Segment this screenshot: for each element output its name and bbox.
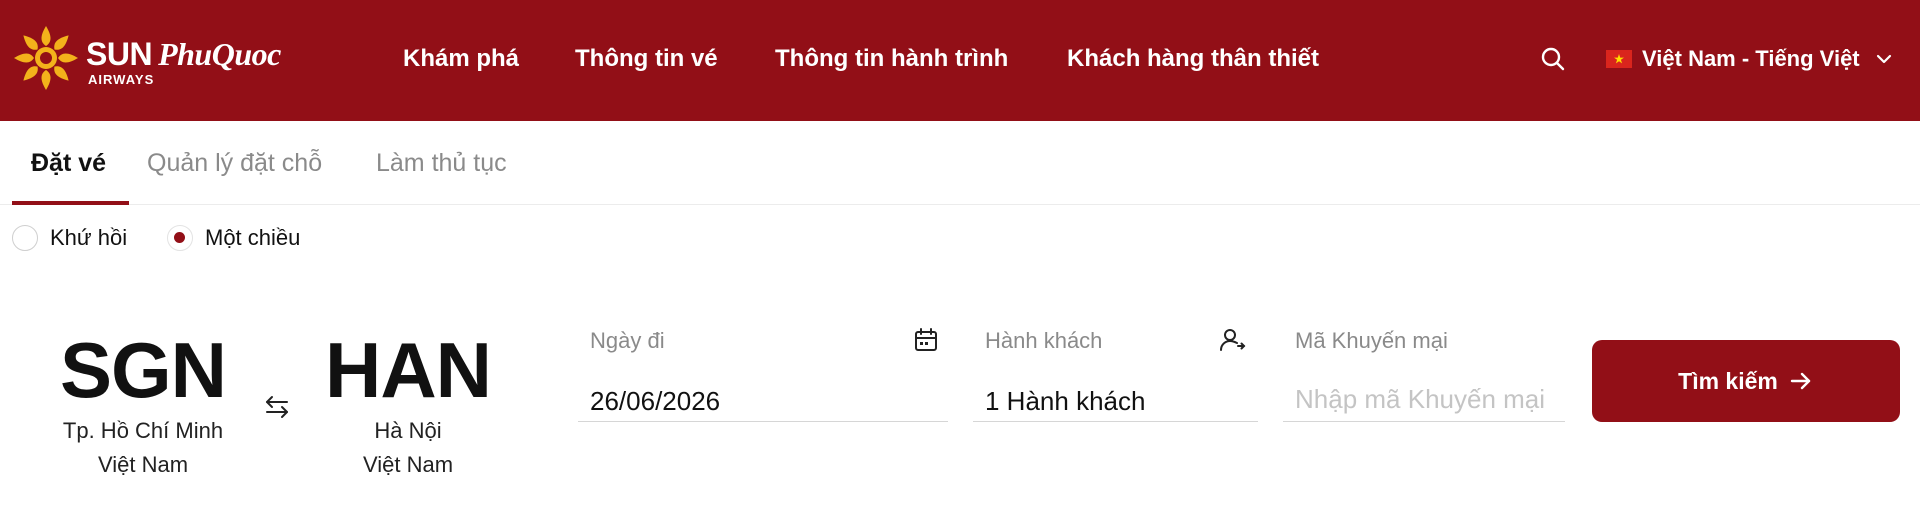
destination-city: Hà Nội — [374, 418, 442, 443]
nav-kham-pha[interactable]: Khám phá — [403, 42, 519, 76]
calendar-icon[interactable] — [912, 326, 940, 354]
promo-code-label: Mã Khuyến mại — [1295, 328, 1448, 353]
destination-airport[interactable]: HAN Hà Nội Việt Nam — [298, 330, 518, 482]
passengers-underline — [973, 420, 1258, 422]
radio-khu-hoi-circle[interactable] — [12, 225, 38, 251]
depart-date-field[interactable]: Ngày đi 26/06/2026 — [578, 320, 948, 422]
language-selector[interactable]: Việt Nam - Tiếng Việt — [1606, 42, 1894, 76]
destination-country: Việt Nam — [362, 452, 454, 477]
search-button-label: Tìm kiếm — [1678, 367, 1778, 394]
search-icon[interactable] — [1539, 45, 1567, 73]
promo-code-underline — [1283, 420, 1565, 422]
radio-mot-chieu-circle[interactable] — [167, 225, 193, 251]
origin-city: Tp. Hồ Chí Minh — [62, 418, 224, 443]
radio-mot-chieu[interactable]: Một chiều — [167, 225, 300, 251]
tab-quan-ly-dat-cho[interactable]: Quản lý đặt chỗ — [147, 146, 322, 180]
radio-khu-hoi-label: Khứ hồi — [50, 225, 128, 250]
sun-phuquoc-airways-logo[interactable]: SUN PhuQuoc AIRWAYS — [12, 24, 312, 94]
tab-dat-ve[interactable]: Đặt vé — [31, 146, 106, 180]
language-label: Việt Nam - Tiếng Việt — [1642, 46, 1860, 71]
logo-brand-sun: SUN — [86, 36, 153, 72]
booking-tabs: Đặt vé Quản lý đặt chỗ Làm thủ tục — [0, 121, 1920, 205]
depart-date-underline — [578, 420, 948, 422]
logo-wordmark: SUN PhuQuoc — [86, 38, 281, 70]
top-navigation-bar: SUN PhuQuoc AIRWAYS Khám phá Thông tin vé… — [0, 0, 1920, 121]
chevron-down-icon — [1876, 54, 1891, 64]
logo-brand-phuquoc: PhuQuoc — [158, 36, 281, 72]
depart-date-value: 26/06/2026 — [590, 386, 721, 416]
user-icon[interactable] — [1218, 326, 1246, 354]
nav-khach-hang-than-thiet[interactable]: Khách hàng thân thiết — [1067, 42, 1319, 76]
vietnam-flag-icon — [1606, 50, 1632, 68]
promo-code-field: Mã Khuyến mại — [1283, 320, 1565, 422]
radio-mot-chieu-label: Một chiều — [205, 225, 301, 250]
passengers-value: 1 Hành khách — [985, 386, 1146, 416]
origin-country: Việt Nam — [97, 452, 189, 477]
logo-subtitle: AIRWAYS — [88, 72, 155, 87]
passengers-field[interactable]: Hành khách 1 Hành khách — [973, 320, 1258, 422]
active-tab-indicator — [12, 201, 129, 205]
arrow-right-icon — [1790, 372, 1811, 390]
swap-arrows-icon[interactable] — [262, 392, 292, 422]
nav-thong-tin-hanh-trinh[interactable]: Thông tin hành trình — [775, 42, 1008, 76]
depart-date-label: Ngày đi — [590, 328, 665, 353]
search-flights-button[interactable]: Tìm kiếm — [1592, 340, 1900, 422]
promo-code-input[interactable] — [1295, 380, 1561, 418]
origin-airport[interactable]: SGN Tp. Hồ Chí Minh Việt Nam — [33, 330, 253, 482]
destination-code: HAN — [325, 326, 492, 414]
passengers-label: Hành khách — [985, 328, 1103, 353]
origin-code: SGN — [59, 326, 227, 414]
sun-logo-icon — [14, 26, 78, 90]
nav-thong-tin-ve[interactable]: Thông tin vé — [575, 42, 718, 76]
tab-lam-thu-tuc[interactable]: Làm thủ tục — [376, 146, 507, 180]
radio-khu-hoi[interactable]: Khứ hồi — [12, 225, 127, 251]
